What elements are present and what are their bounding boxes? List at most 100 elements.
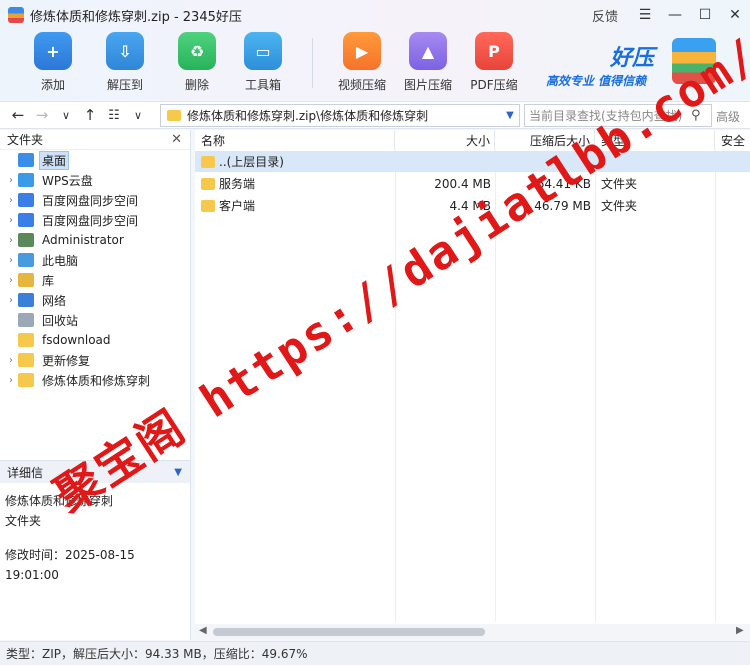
- desktop-icon: [18, 153, 34, 167]
- title-controls: 反馈 ☰ — ☐ ✕: [592, 0, 750, 30]
- view-dropdown-icon[interactable]: ∨: [126, 102, 150, 128]
- tree-item[interactable]: 回收站: [0, 310, 190, 330]
- hamburger-icon[interactable]: ☰: [630, 0, 660, 30]
- chevron-down-icon[interactable]: ▼: [174, 467, 182, 478]
- cell-size: [395, 151, 491, 172]
- tree-item-label: fsdownload: [42, 333, 111, 347]
- path-dropdown-icon[interactable]: ▼: [501, 110, 519, 121]
- toolbox-label: 工具箱: [244, 78, 281, 92]
- minimize-icon[interactable]: —: [660, 0, 690, 30]
- library-icon: [18, 273, 34, 287]
- tree-item[interactable]: › 更新修复: [0, 350, 190, 370]
- history-dropdown-icon[interactable]: ∨: [54, 102, 78, 128]
- chevron-right-icon[interactable]: ›: [4, 255, 18, 266]
- network-icon: [18, 293, 34, 307]
- baidu-icon: [18, 193, 34, 207]
- pdf-icon: P: [475, 32, 513, 70]
- tree-item-label: 更新修复: [42, 353, 91, 368]
- tree-item-label: WPS云盘: [42, 173, 93, 188]
- view-mode-icon[interactable]: ☷: [102, 102, 126, 128]
- cell-name: 客户端: [201, 195, 255, 216]
- tree-item[interactable]: › 百度网盘同步空间: [0, 210, 190, 230]
- path-text: 修炼体质和修炼穿刺.zip\修炼体质和修炼穿刺: [187, 109, 429, 123]
- chevron-right-icon[interactable]: ›: [4, 195, 18, 206]
- pdf-label: PDF压缩: [470, 78, 518, 92]
- tree-item[interactable]: › 百度网盘同步空间: [0, 190, 190, 210]
- chevron-right-icon[interactable]: ›: [4, 295, 18, 306]
- maximize-icon[interactable]: ☐: [690, 0, 720, 30]
- tree-item-label: 修炼体质和修炼穿刺: [42, 373, 151, 388]
- add-label: 添加: [40, 78, 65, 92]
- column-name[interactable]: 名称: [195, 130, 395, 150]
- tree-item-label: 回收站: [42, 313, 79, 328]
- tree-item[interactable]: › 网络: [0, 290, 190, 310]
- image-icon: ▲: [409, 32, 447, 70]
- forward-icon[interactable]: →: [30, 102, 54, 128]
- toolbar: + 添加 ⇩ 解压到 ♻ 删除 ▭ 工具箱 ▶ 视频压缩 ▲ 图片压缩 P PD…: [0, 30, 750, 100]
- chevron-right-icon[interactable]: ›: [4, 235, 18, 246]
- folder-icon: [18, 333, 34, 347]
- tree-item-label: 百度网盘同步空间: [42, 213, 139, 228]
- back-icon[interactable]: ←: [6, 102, 30, 128]
- folder-icon: [18, 353, 34, 367]
- folder-pane-header: 文件夹 ✕: [0, 130, 190, 150]
- path-field[interactable]: 修炼体质和修炼穿刺.zip\修炼体质和修炼穿刺 ▼: [160, 104, 520, 127]
- video-label: 视频压缩: [337, 78, 386, 92]
- tree-item[interactable]: › 库: [0, 270, 190, 290]
- folder-pane: 文件夹 ✕ 桌面 › WPS云盘 › 百度网盘同步空间 › 百度网盘同步空间 › Adminis…: [0, 130, 191, 640]
- tree-item[interactable]: › 修炼体质和修炼穿刺: [0, 370, 190, 390]
- delete-button[interactable]: ♻ 删除: [167, 32, 227, 93]
- image-compress-button[interactable]: ▲ 图片压缩: [398, 32, 458, 93]
- advanced-search-button[interactable]: 高级: [716, 108, 740, 125]
- add-button[interactable]: + 添加: [23, 32, 83, 93]
- cell-name: 服务端: [201, 173, 255, 194]
- tree-item[interactable]: › Administrator: [0, 230, 190, 250]
- extract-label: 解压到: [106, 78, 143, 92]
- scroll-right-icon[interactable]: ▶: [736, 625, 744, 636]
- chevron-right-icon[interactable]: ›: [4, 175, 18, 186]
- up-icon[interactable]: ↑: [78, 102, 102, 128]
- video-compress-button[interactable]: ▶ 视频压缩: [332, 32, 392, 93]
- cell-type: 文件夹: [601, 177, 638, 191]
- extract-button[interactable]: ⇩ 解压到: [95, 32, 155, 93]
- toolbox-button[interactable]: ▭ 工具箱: [233, 32, 293, 93]
- add-archive-icon: +: [34, 32, 72, 70]
- folder-pane-title: 文件夹: [7, 133, 44, 147]
- chevron-right-icon[interactable]: ›: [4, 275, 18, 286]
- chevron-right-icon[interactable]: ›: [4, 375, 18, 386]
- close-icon[interactable]: ✕: [720, 0, 750, 30]
- cloud-icon: [18, 173, 34, 187]
- close-pane-icon[interactable]: ✕: [171, 132, 182, 147]
- user-icon: [18, 233, 34, 247]
- pdf-compress-button[interactable]: P PDF压缩: [464, 32, 524, 93]
- computer-icon: [18, 253, 34, 267]
- tree-item[interactable]: fsdownload: [0, 330, 190, 350]
- toolbar-divider: [312, 38, 313, 88]
- tree-item[interactable]: › WPS云盘: [0, 170, 190, 190]
- tree-item-label: 百度网盘同步空间: [42, 193, 139, 208]
- tree-item-label: Administrator: [42, 233, 124, 247]
- tree-item-label: 网络: [42, 293, 67, 308]
- table-row[interactable]: ..(上层目录): [195, 151, 750, 172]
- folder-icon: [18, 373, 34, 387]
- cell-type: 文件夹: [601, 199, 638, 213]
- scroll-left-icon[interactable]: ◀: [199, 625, 207, 636]
- window-title: 修炼体质和修炼穿刺.zip - 2345好压: [30, 9, 242, 25]
- folder-icon: [201, 199, 215, 212]
- scrollbar-thumb[interactable]: [213, 628, 485, 636]
- chevron-right-icon[interactable]: ›: [4, 355, 18, 366]
- column-divider: [395, 150, 396, 622]
- tree-item-label: 此电脑: [42, 253, 79, 268]
- tree-item[interactable]: › 此电脑: [0, 250, 190, 270]
- tree-item-label: 库: [42, 273, 55, 288]
- column-size[interactable]: 大小: [395, 130, 495, 150]
- cell-name: ..(上层目录): [201, 151, 284, 172]
- column-security[interactable]: 安全: [715, 130, 750, 150]
- cell-name-text: ..(上层目录): [219, 155, 284, 169]
- title-bar: 修炼体质和修炼穿刺.zip - 2345好压 反馈 ☰ — ☐ ✕: [0, 0, 750, 30]
- chevron-right-icon[interactable]: ›: [4, 215, 18, 226]
- horizontal-scrollbar[interactable]: ◀ ▶: [195, 624, 750, 640]
- feedback-button[interactable]: 反馈: [592, 6, 618, 25]
- extract-icon: ⇩: [106, 32, 144, 70]
- tree-item[interactable]: 桌面: [0, 150, 190, 170]
